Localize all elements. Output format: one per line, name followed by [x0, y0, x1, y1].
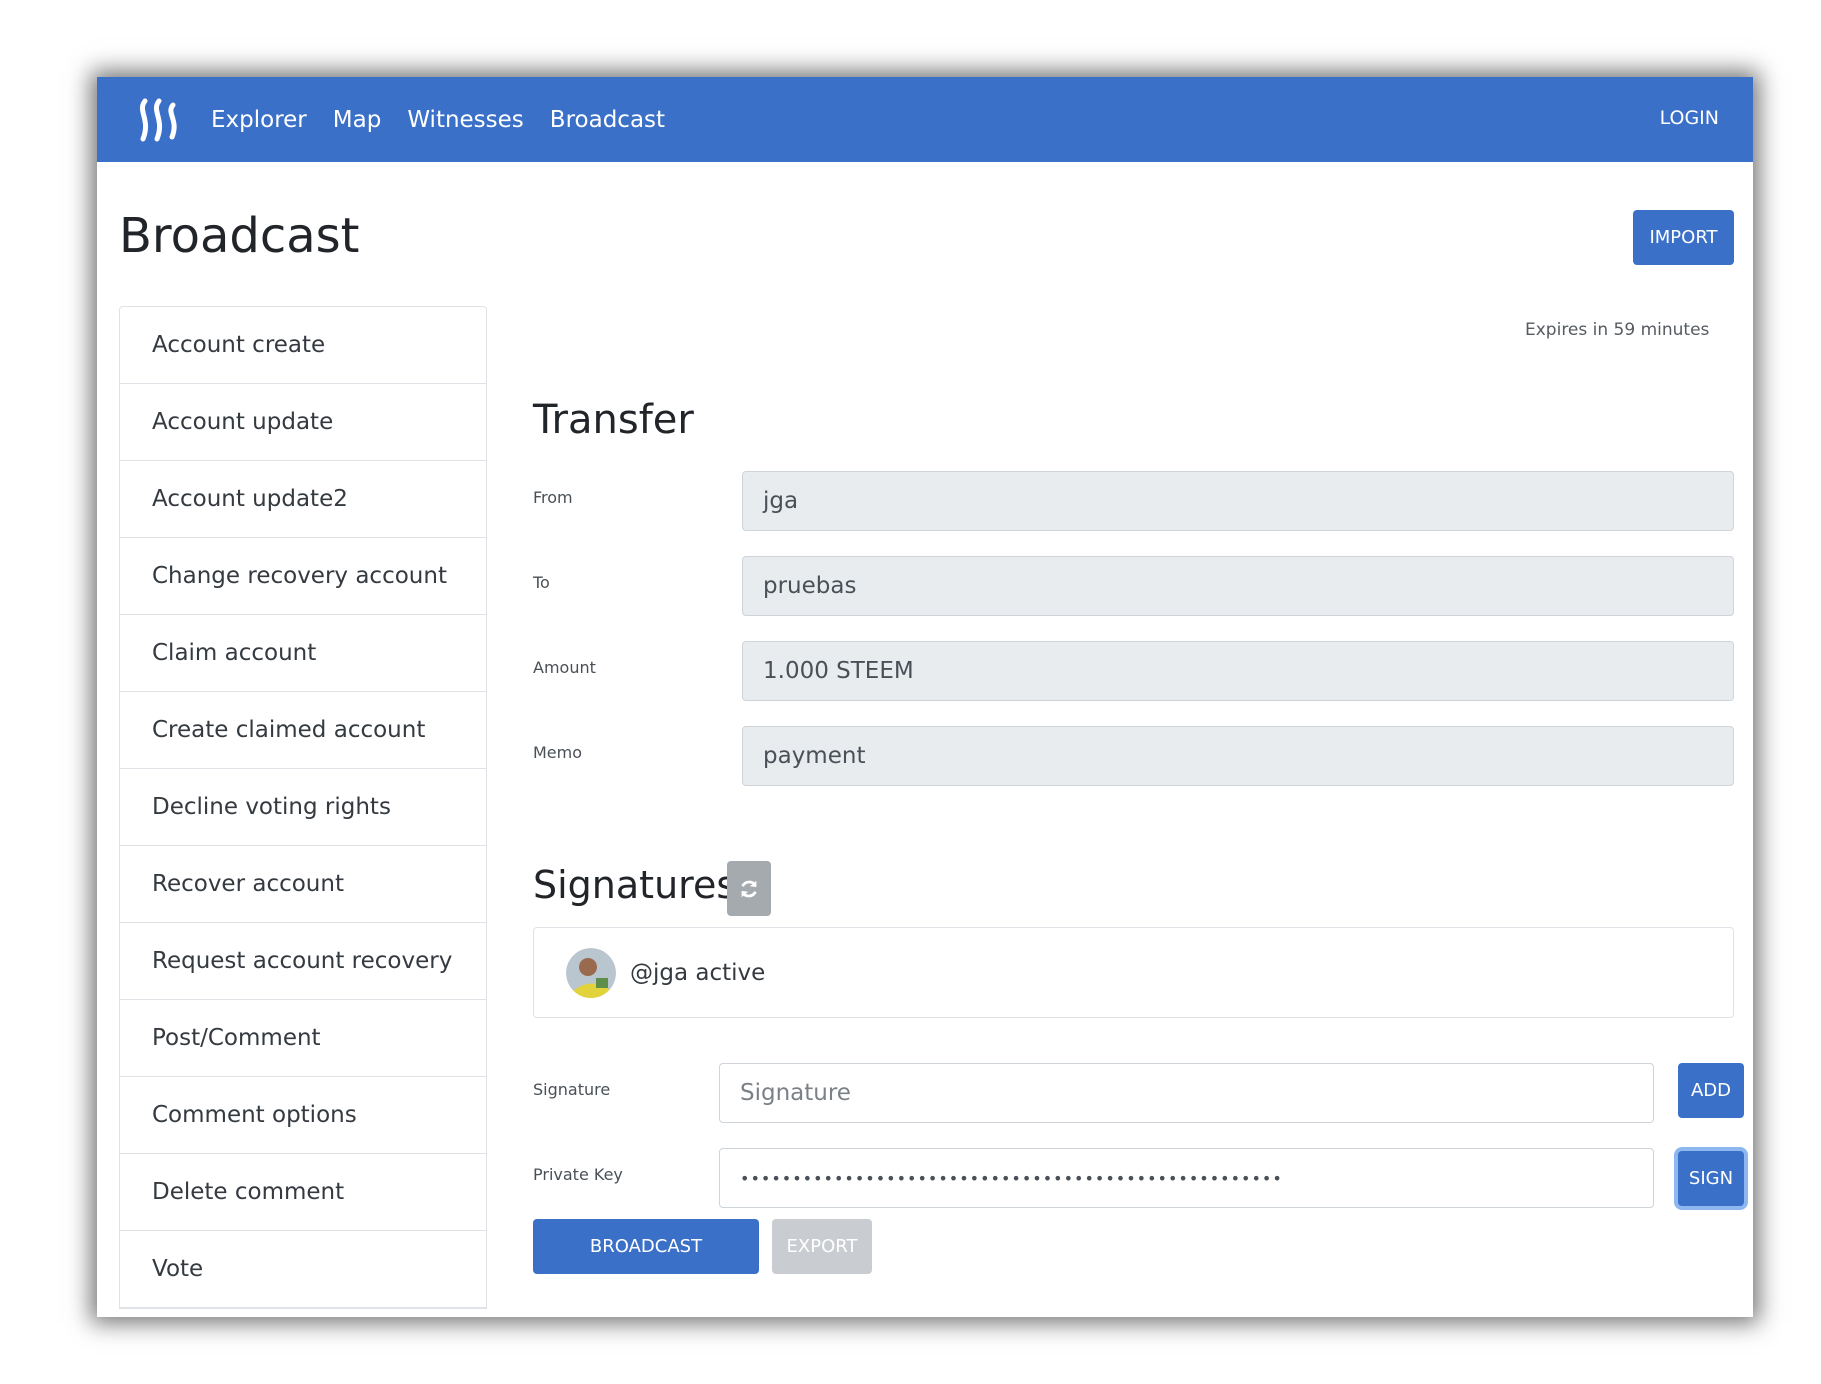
signatures-title: Signatures — [533, 863, 737, 907]
nav-broadcast[interactable]: Broadcast — [550, 107, 665, 133]
sign-button[interactable]: SIGN — [1678, 1151, 1744, 1206]
broadcast-button[interactable]: BROADCAST — [533, 1219, 759, 1274]
private-key-label: Private Key — [533, 1165, 623, 1184]
sidebar-item-account-update[interactable]: Account update — [120, 384, 486, 461]
login-link[interactable]: LOGIN — [1660, 107, 1719, 129]
import-button[interactable]: IMPORT — [1633, 210, 1734, 265]
sidebar-item-account-update2[interactable]: Account update2 — [120, 461, 486, 538]
sidebar-item-delete-comment[interactable]: Delete comment — [120, 1154, 486, 1231]
add-signature-button[interactable]: ADD — [1678, 1063, 1744, 1118]
operation-sidebar: Account create Account update Account up… — [119, 306, 487, 1309]
app-window: Explorer Map Witnesses Broadcast LOGIN B… — [97, 77, 1753, 1317]
to-field[interactable]: pruebas — [742, 556, 1734, 616]
sidebar-item-comment-options[interactable]: Comment options — [120, 1077, 486, 1154]
sidebar-item-change-recovery-account[interactable]: Change recovery account — [120, 538, 486, 615]
navbar: Explorer Map Witnesses Broadcast LOGIN — [97, 77, 1753, 162]
sidebar-item-request-account-recovery[interactable]: Request account recovery — [120, 923, 486, 1000]
refresh-signatures-button[interactable] — [727, 861, 771, 916]
memo-label: Memo — [533, 743, 583, 762]
sidebar-item-vote[interactable]: Vote — [120, 1231, 486, 1308]
signature-entry: @jga active — [630, 959, 766, 986]
sidebar-item-create-claimed-account[interactable]: Create claimed account — [120, 692, 486, 769]
export-button[interactable]: EXPORT — [772, 1219, 872, 1274]
from-label: From — [533, 488, 573, 507]
nav-witnesses[interactable]: Witnesses — [407, 107, 523, 133]
amount-field[interactable]: 1.000 STEEM — [742, 641, 1734, 701]
transfer-title: Transfer — [533, 397, 694, 443]
refresh-icon — [741, 880, 757, 897]
private-key-input[interactable] — [719, 1148, 1654, 1208]
sidebar-item-post-comment[interactable]: Post/Comment — [120, 1000, 486, 1077]
signature-list: @jga active — [533, 927, 1734, 1018]
nav-explorer[interactable]: Explorer — [211, 107, 307, 133]
from-field[interactable]: jga — [742, 471, 1734, 531]
expiration-text: Expires in 59 minutes — [1525, 320, 1710, 340]
sidebar-item-decline-voting-rights[interactable]: Decline voting rights — [120, 769, 486, 846]
page-title: Broadcast — [119, 208, 360, 264]
avatar — [566, 947, 616, 998]
nav-map[interactable]: Map — [333, 107, 382, 133]
sidebar-item-claim-account[interactable]: Claim account — [120, 615, 486, 692]
signature-label: Signature — [533, 1080, 611, 1099]
signature-input[interactable] — [719, 1063, 1654, 1123]
memo-field[interactable]: payment — [742, 726, 1734, 786]
sidebar-item-account-create[interactable]: Account create — [120, 307, 486, 384]
sidebar-item-recover-account[interactable]: Recover account — [120, 846, 486, 923]
amount-label: Amount — [533, 658, 596, 677]
to-label: To — [533, 573, 550, 592]
steem-logo-icon[interactable] — [135, 95, 185, 145]
